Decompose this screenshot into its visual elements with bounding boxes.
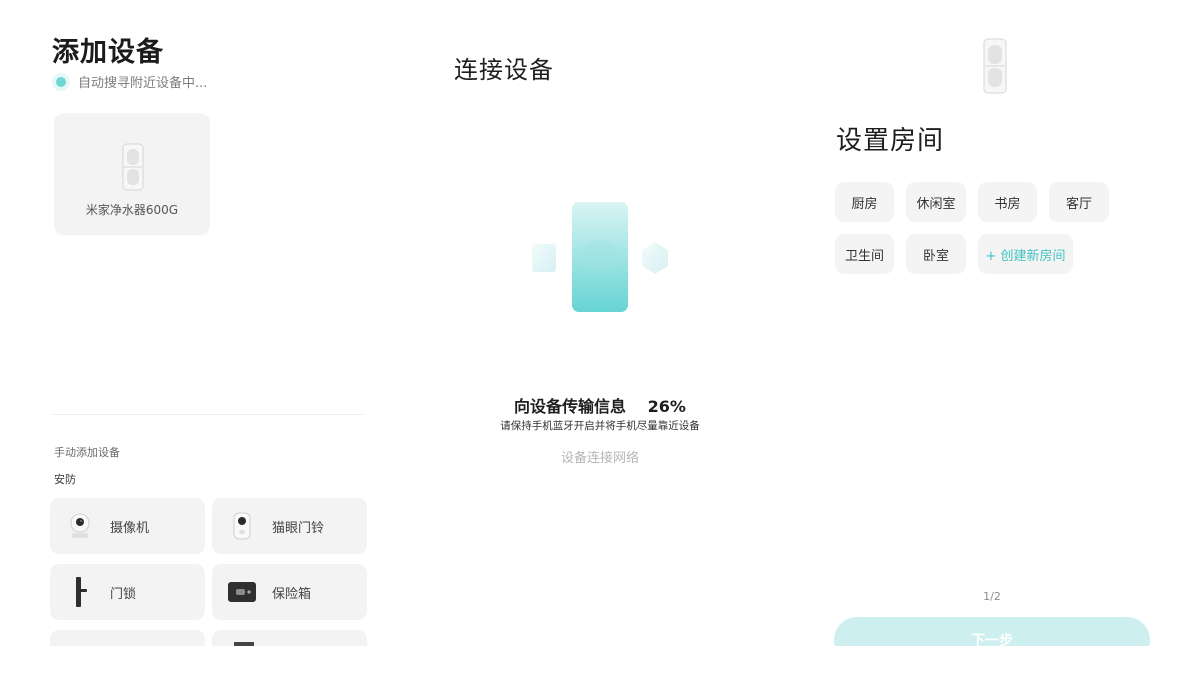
page-indicator: 1/2 bbox=[983, 590, 1001, 603]
found-device-card[interactable]: 米家净水器600G bbox=[54, 113, 210, 235]
searching-indicator-icon bbox=[56, 76, 66, 87]
device-category-peephole-doorbell[interactable]: 猫眼门铃 bbox=[212, 498, 367, 554]
bottom-fade bbox=[40, 646, 380, 675]
transfer-progress-label: 向设备传输信息 bbox=[514, 397, 627, 416]
transfer-progress: 向设备传输信息 26% bbox=[440, 393, 760, 417]
room-option-living-room[interactable]: 客厅 bbox=[1049, 182, 1109, 222]
searching-text: 自动搜寻附近设备中... bbox=[78, 76, 208, 91]
device-category-label: 门锁 bbox=[110, 586, 137, 602]
bottom-fade bbox=[820, 646, 1180, 675]
connect-device-title: 连接设备 bbox=[454, 56, 554, 84]
set-room-title: 设置房间 bbox=[836, 126, 945, 156]
manual-add-label: 手动添加设备 bbox=[54, 446, 120, 459]
room-option-kitchen[interactable]: 厨房 bbox=[835, 182, 894, 222]
room-option-study[interactable]: 书房 bbox=[978, 182, 1037, 222]
transfer-progress-percent: 26% bbox=[647, 397, 686, 416]
device-category-camera[interactable]: 摄像机 bbox=[50, 498, 205, 554]
device-category-label: 猫眼门铃 bbox=[272, 520, 325, 536]
device-category-safe-box[interactable]: 保险箱 bbox=[212, 564, 367, 620]
peephole-doorbell-icon bbox=[212, 512, 272, 540]
water-purifier-icon bbox=[983, 38, 1007, 94]
device-category-label: 保险箱 bbox=[272, 586, 312, 602]
device-category-partial[interactable] bbox=[50, 630, 205, 646]
device-category-partial[interactable] bbox=[212, 630, 367, 646]
room-option-bedroom[interactable]: 卧室 bbox=[906, 234, 966, 274]
device-category-door-lock[interactable]: 门锁 bbox=[50, 564, 205, 620]
bluetooth-hint: 请保持手机蓝牙开启并将手机尽量靠近设备 bbox=[500, 420, 700, 432]
add-device-title: 添加设备 bbox=[52, 37, 164, 68]
searching-status: 自动搜寻附近设备中... bbox=[56, 72, 207, 91]
door-lock-icon bbox=[50, 577, 110, 607]
section-divider bbox=[52, 414, 364, 415]
room-option-lounge[interactable]: 休闲室 bbox=[906, 182, 966, 222]
next-step-label: 设备连接网络 bbox=[560, 451, 639, 466]
room-option-bathroom[interactable]: 卫生间 bbox=[835, 234, 894, 274]
safe-box-icon bbox=[212, 582, 272, 602]
create-room-button[interactable]: + 创建新房间 bbox=[978, 234, 1073, 274]
category-security-label: 安防 bbox=[54, 473, 76, 486]
camera-icon bbox=[50, 513, 110, 539]
device-category-label: 摄像机 bbox=[110, 520, 150, 536]
found-device-name: 米家净水器600G bbox=[85, 203, 179, 217]
water-purifier-icon bbox=[122, 143, 144, 191]
bluetooth-connecting-illustration bbox=[532, 202, 668, 312]
